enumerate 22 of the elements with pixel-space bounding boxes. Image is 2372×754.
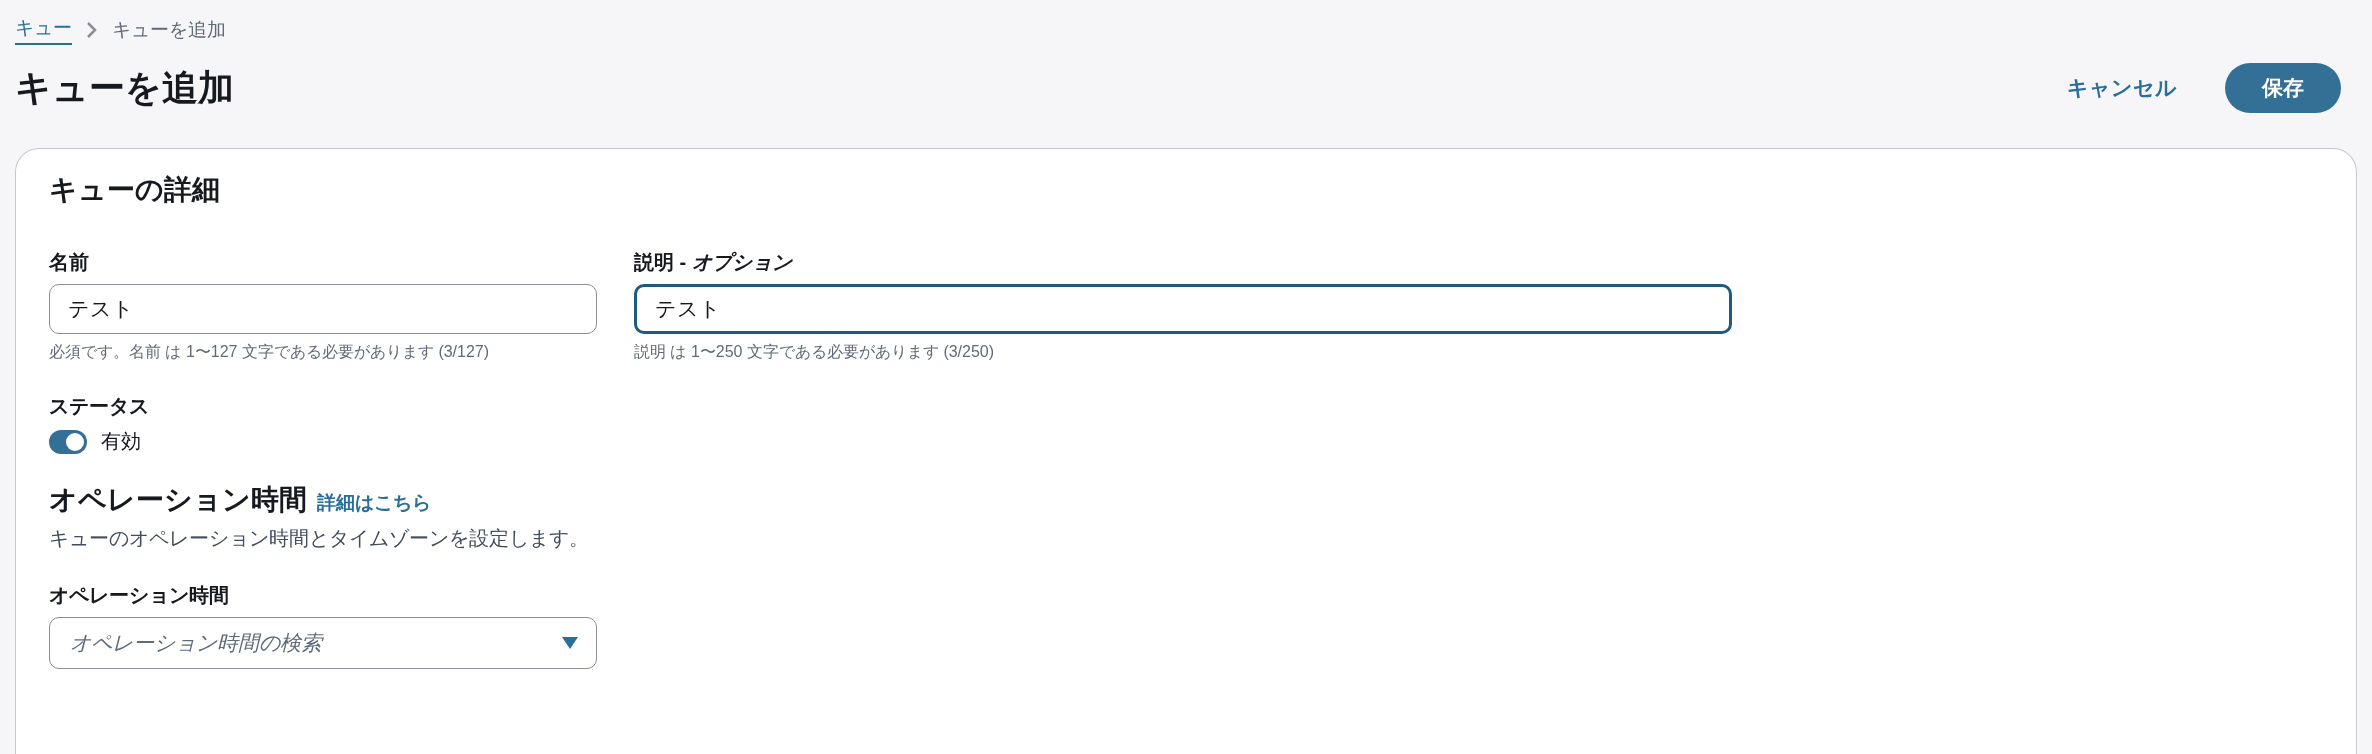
field-label: 説明 - オプション	[634, 250, 794, 275]
field-hint: 説明 は 1〜250 文字である必要があります (3/250)	[634, 342, 996, 362]
page-title: キューを追加	[15, 65, 234, 110]
toggle-label: 有効	[101, 429, 141, 454]
cancel-button[interactable]: キャンセル	[2049, 64, 2195, 112]
breadcrumb-link[interactable]: キュー	[15, 15, 72, 45]
field-label: 名前	[49, 250, 90, 275]
toggle-switch[interactable]	[49, 429, 87, 454]
field-label: ステータス	[49, 394, 150, 419]
card-title: キューの詳細	[49, 173, 221, 207]
save-button[interactable]: 保存	[2225, 63, 2341, 113]
breadcrumb-current: キューを追加	[112, 18, 226, 42]
field-hint: 必須です。名前 は 1〜127 文字である必要があります (3/127)	[49, 342, 491, 362]
field-label: オペレーション時間	[49, 583, 230, 608]
input-field[interactable]: テスト	[49, 284, 597, 334]
caret-down-icon	[562, 637, 578, 649]
hours-select[interactable]: オペレーション時間の検索	[49, 617, 597, 669]
section-heading: オペレーション時間	[49, 483, 307, 517]
input-field[interactable]: テスト	[634, 284, 1732, 334]
chevron-right-icon	[86, 21, 98, 39]
info-link[interactable]: 詳細はこちら	[317, 490, 431, 516]
section-description: キューのオペレーション時間とタイムゾーンを設定します。	[49, 526, 590, 551]
